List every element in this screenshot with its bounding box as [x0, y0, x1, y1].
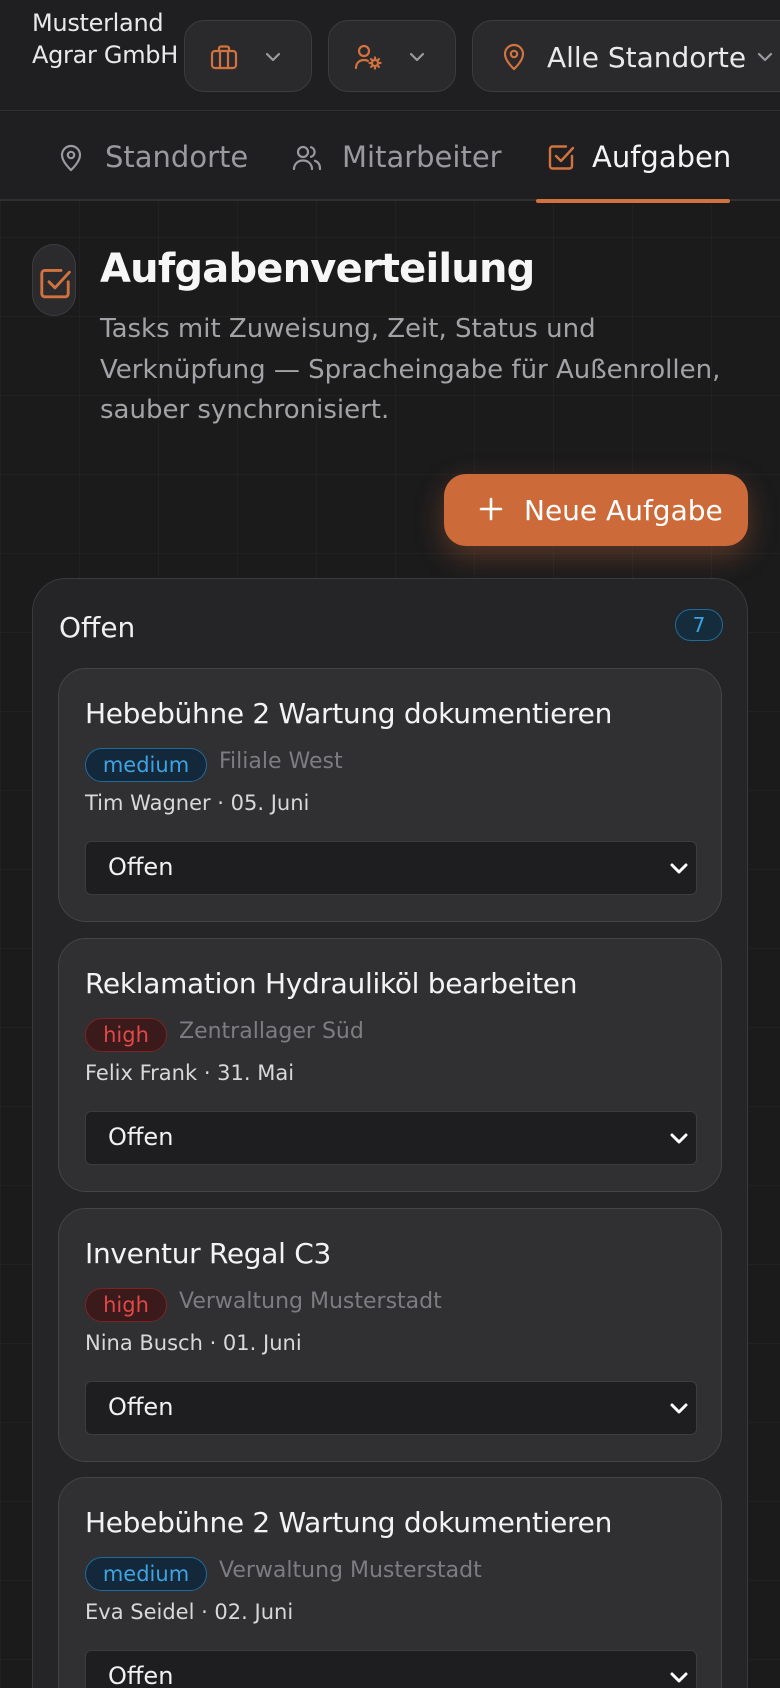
task-location: Verwaltung Musterstadt	[179, 1289, 442, 1314]
users-icon	[292, 145, 322, 171]
task-title: Inventur Regal C3	[85, 1237, 331, 1270]
tab-label: Aufgaben	[592, 140, 732, 174]
briefcase-icon	[210, 45, 238, 70]
priority-badge: high	[85, 1288, 167, 1322]
task-assignee-date: Eva Seidel · 02. Juni	[85, 1600, 294, 1624]
chevron-down-icon	[670, 1403, 688, 1414]
checkbox-icon	[548, 145, 575, 170]
task-assignee-date: Nina Busch · 01. Juni	[85, 1331, 302, 1355]
page-subtitle: Tasks mit Zuweisung, Zeit, Status und Ve…	[100, 314, 721, 425]
checkbox-icon	[40, 268, 71, 299]
active-tab-indicator	[536, 199, 730, 203]
task-title: Hebebühne 2 Wartung dokumentieren	[85, 697, 613, 730]
location-selector[interactable]: Alle Standorte	[472, 20, 780, 92]
business-selector[interactable]	[184, 20, 312, 92]
task-location: Verwaltung Musterstadt	[219, 1558, 482, 1583]
task-card[interactable]: Hebebühne 2 Wartung dokumentieren medium…	[58, 668, 722, 922]
status-select[interactable]: Offen	[85, 1650, 697, 1688]
chevron-down-icon	[757, 52, 773, 62]
tab-label: Mitarbeiter	[342, 140, 502, 174]
top-bar: Musterland Agrar GmbH Alle Standorte	[0, 0, 780, 111]
status-value: Offen	[108, 1393, 174, 1421]
task-card[interactable]: Hebebühne 2 Wartung dokumentieren medium…	[58, 1477, 722, 1688]
status-value: Offen	[108, 853, 174, 881]
status-select[interactable]: Offen	[85, 1111, 697, 1165]
new-task-label: Neue Aufgabe	[524, 494, 723, 527]
task-card[interactable]: Inventur Regal C3 high Verwaltung Muster…	[58, 1208, 722, 1462]
page-icon	[32, 244, 76, 316]
role-selector[interactable]	[328, 20, 456, 92]
task-location: Zentrallager Süd	[179, 1019, 364, 1044]
map-pin-icon	[503, 43, 525, 71]
column-count-badge: 7	[675, 609, 723, 641]
column-title: Offen	[59, 611, 136, 644]
location-selector-label: Alle Standorte	[547, 41, 747, 74]
page-title: Aufgabenverteilung	[100, 246, 535, 292]
status-value: Offen	[108, 1662, 174, 1688]
user-settings-icon	[354, 44, 382, 70]
task-title: Reklamation Hydrauliköl bearbeiten	[85, 967, 578, 1000]
tab-label: Standorte	[105, 140, 249, 174]
status-select[interactable]: Offen	[85, 841, 697, 895]
status-value: Offen	[108, 1123, 174, 1151]
task-title: Hebebühne 2 Wartung dokumentieren	[85, 1506, 613, 1539]
new-task-button[interactable]: Neue Aufgabe	[444, 474, 748, 546]
tab-aufgaben[interactable]: Aufgaben	[536, 112, 732, 203]
priority-badge: medium	[85, 748, 207, 782]
task-location: Filiale West	[219, 749, 343, 774]
chevron-down-icon	[670, 1133, 688, 1144]
task-assignee-date: Felix Frank · 31. Mai	[85, 1061, 295, 1085]
chevron-down-icon	[265, 52, 281, 62]
chevron-down-icon	[409, 52, 425, 62]
task-assignee-date: Tim Wagner · 05. Juni	[85, 791, 310, 815]
tab-bar: Standorte Mitarbeiter Aufgaben	[0, 112, 780, 203]
company-name: Musterland Agrar GmbH	[32, 9, 178, 69]
priority-badge: medium	[85, 1557, 207, 1591]
map-pin-icon	[60, 144, 82, 172]
chevron-down-icon	[670, 1672, 688, 1683]
task-card[interactable]: Reklamation Hydrauliköl bearbeiten high …	[58, 938, 722, 1192]
tab-standorte[interactable]: Standorte	[55, 112, 255, 201]
tab-mitarbeiter[interactable]: Mitarbeiter	[292, 112, 502, 201]
chevron-down-icon	[670, 863, 688, 874]
plus-icon	[479, 497, 503, 521]
priority-badge: high	[85, 1018, 167, 1052]
status-select[interactable]: Offen	[85, 1381, 697, 1435]
